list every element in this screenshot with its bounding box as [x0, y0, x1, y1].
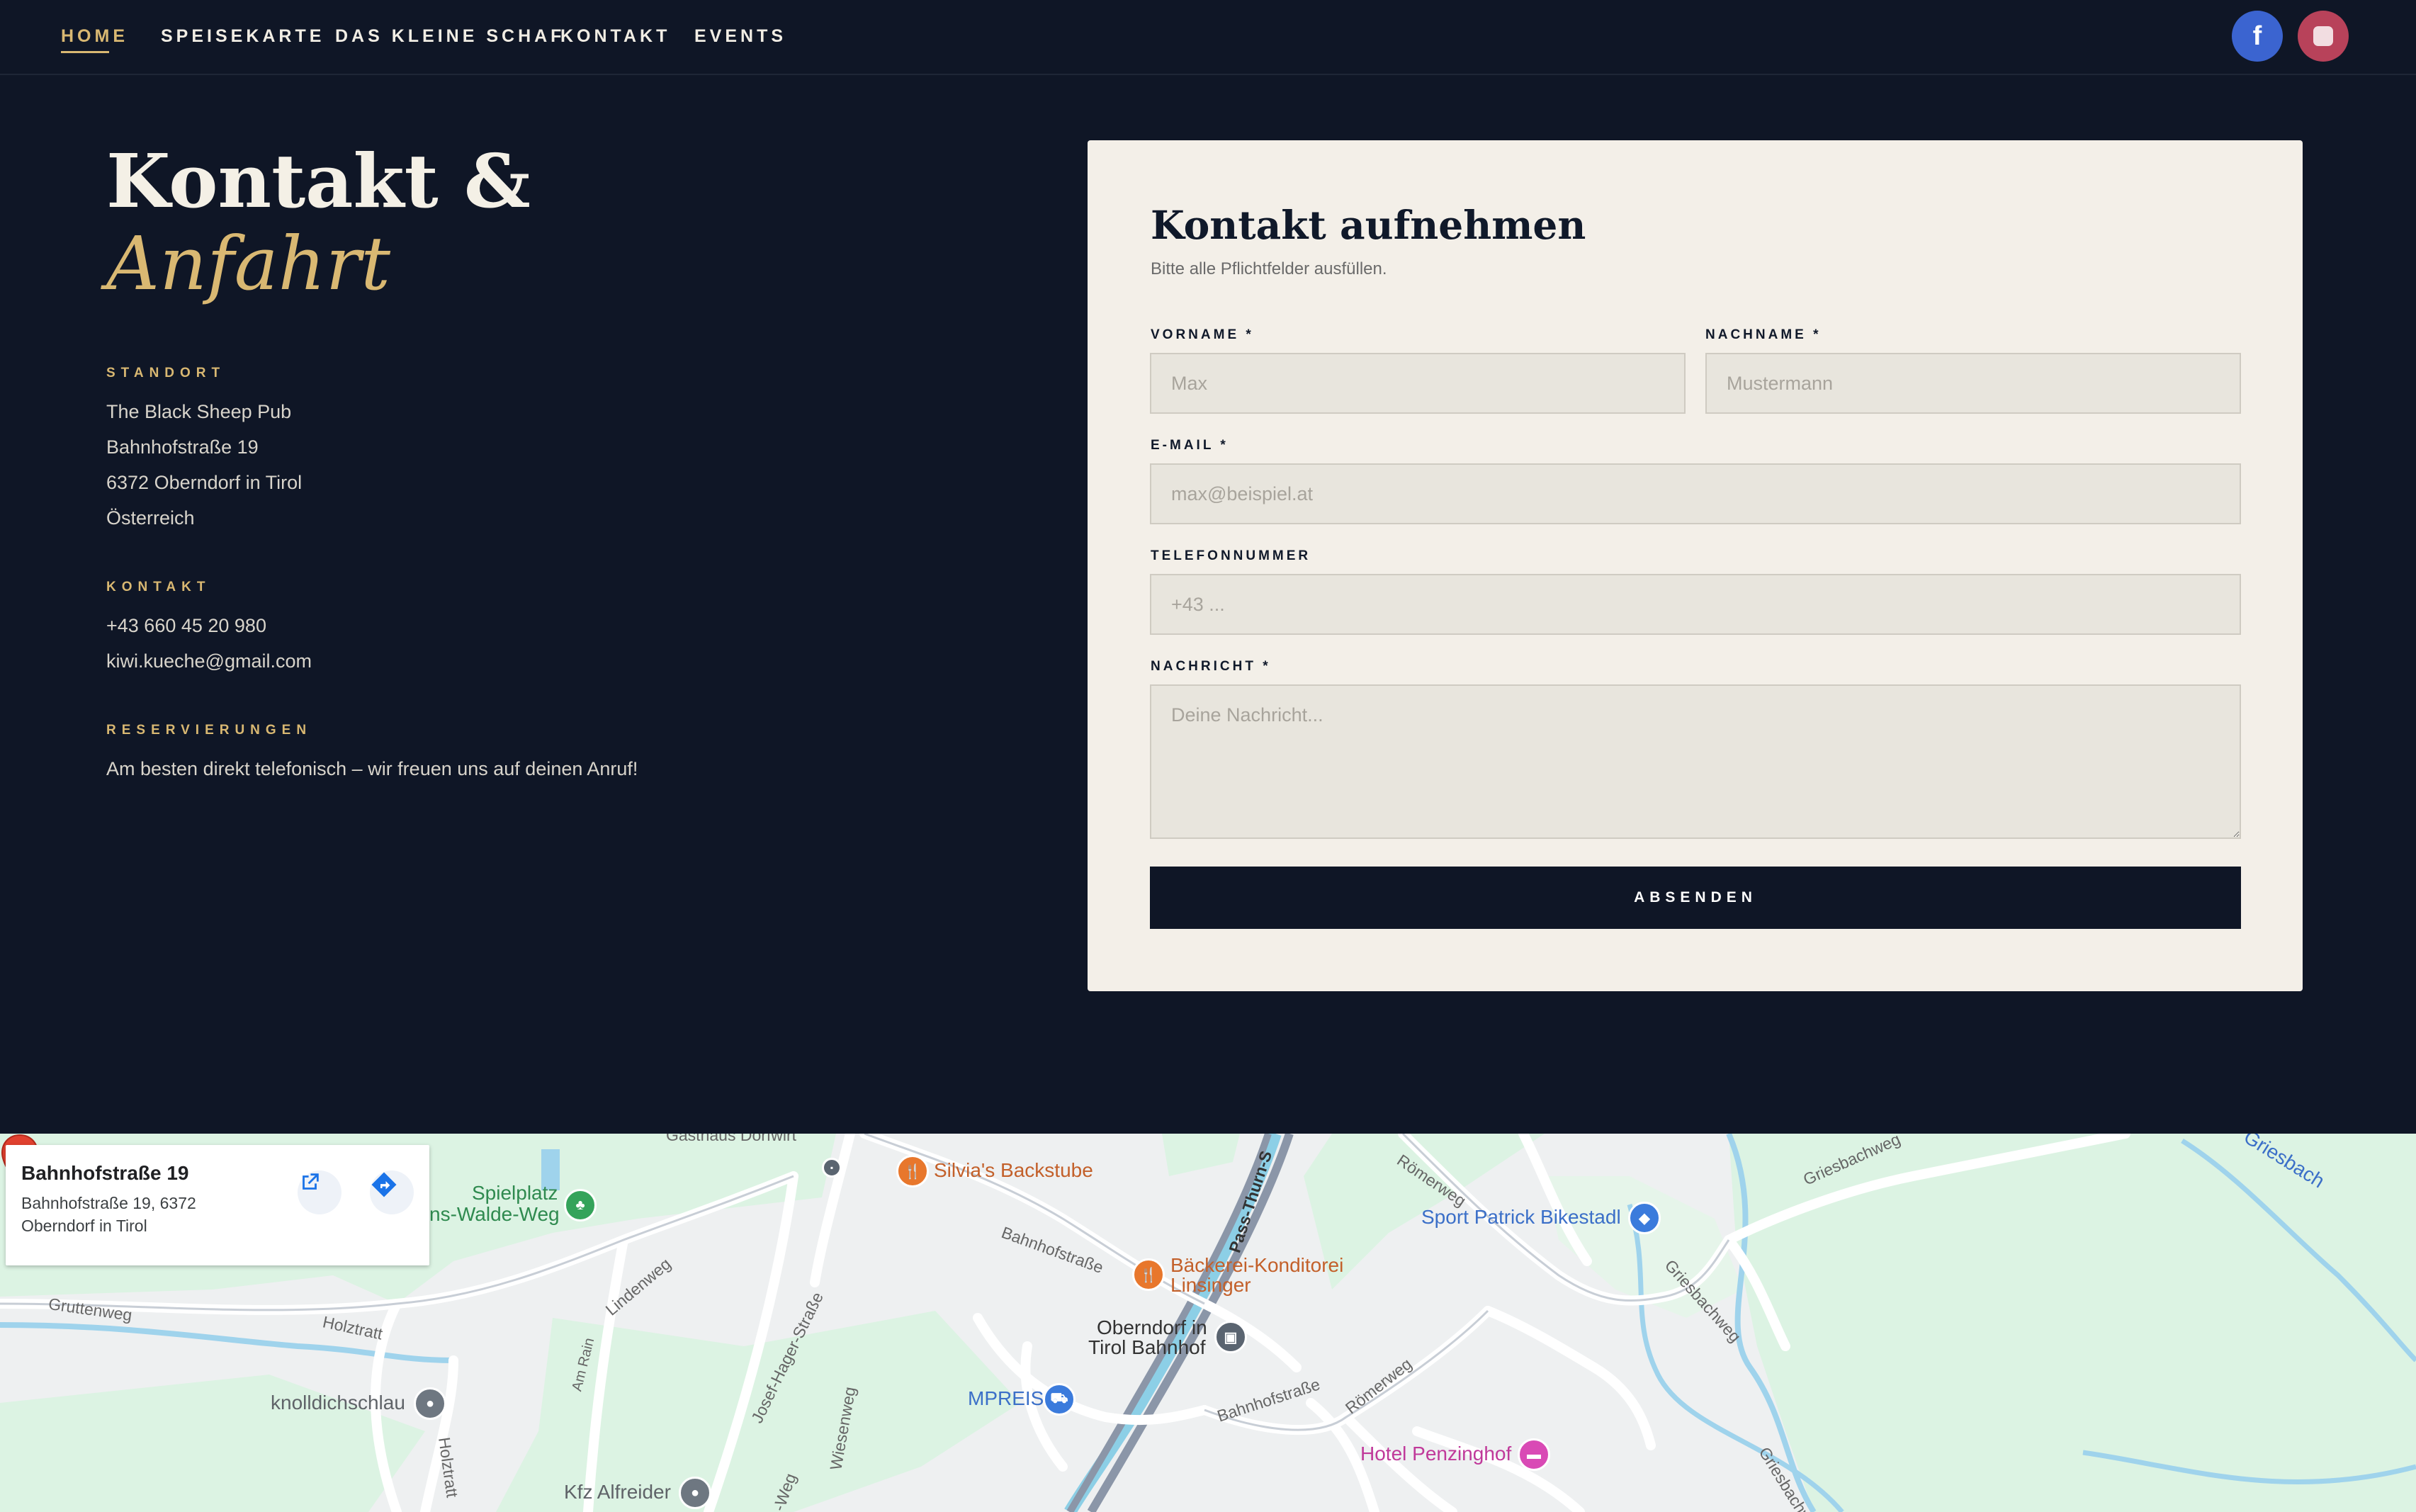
map-label-kfz-alfreider[interactable]: Kfz Alfreider — [564, 1481, 671, 1503]
map-label-bahnhof-2: Tirol Bahnhof — [1088, 1336, 1206, 1358]
map-label-linsinger: Linsinger — [1170, 1274, 1251, 1296]
shop-bag-icon[interactable]: ◆ — [1628, 1202, 1661, 1234]
phone-link[interactable]: +43 660 45 20 980 — [106, 614, 266, 638]
facebook-button[interactable]: f — [2232, 11, 2283, 62]
nav-home[interactable]: HOME — [61, 26, 128, 47]
email-field[interactable] — [1150, 463, 2241, 524]
external-link-icon — [303, 1173, 319, 1190]
map-label-hotel-penzinghof[interactable]: Hotel Penzinghof — [1360, 1443, 1511, 1465]
nav-das-kleine-schaf[interactable]: DAS KLEINE SCHAF — [335, 26, 565, 47]
instagram-icon — [2313, 26, 2333, 46]
playground-icon[interactable]: ♣ — [564, 1189, 597, 1222]
map-label-walde-weg: ns-Walde-Weg — [429, 1203, 560, 1225]
open-in-maps-button[interactable] — [298, 1170, 341, 1214]
email-link[interactable]: kiwi.kueche@gmail.com — [106, 649, 312, 673]
vorname-input[interactable] — [1150, 353, 1686, 414]
telefon-field[interactable] — [1150, 574, 2241, 635]
map-place-card: Bahnhofstraße 19 Bahnhofstraße 19, 6372 … — [6, 1145, 429, 1265]
submit-button[interactable]: ABSENDEN — [1150, 867, 2241, 929]
contact-form-card: Kontakt aufnehmen Bitte alle Pflichtfeld… — [1088, 140, 2303, 991]
google-map[interactable]: Gasthaus Dorfwirt Bahnhofstraße Bahnhofs… — [0, 1134, 2416, 1512]
kontakt-label: KONTAKT — [106, 580, 211, 594]
directions-icon — [371, 1172, 397, 1197]
nachricht-textarea[interactable] — [1150, 684, 2241, 839]
map-label-spielplatz[interactable]: Spielplatz — [472, 1182, 558, 1204]
top-navigation: HOME SPEISEKARTE DAS KLEINE SCHAF KONTAK… — [0, 0, 2416, 75]
reservierungen-text: Am besten direkt telefonisch – wir freue… — [106, 758, 638, 779]
map-label-mpreis[interactable]: MPREIS — [968, 1387, 1044, 1410]
place-card-title: Bahnhofstraße 19 — [21, 1162, 189, 1184]
facebook-icon: f — [2252, 21, 2262, 51]
instagram-button[interactable] — [2298, 11, 2349, 62]
nachname-label: NACHNAME * — [1705, 327, 1822, 342]
page-title-line2: Anfahrt — [106, 220, 391, 307]
form-title: Kontakt aufnehmen — [1151, 202, 1586, 248]
nachname-input[interactable] — [1705, 353, 2241, 414]
map-label-gasthaus: Gasthaus Dorfwirt — [666, 1134, 797, 1144]
address-city: 6372 Oberndorf in Tirol — [106, 472, 303, 493]
place-card-address: Bahnhofstraße 19, 6372 Oberndorf in Tiro… — [21, 1194, 196, 1235]
place-marker-icon[interactable]: ● — [414, 1387, 446, 1420]
map-label-knolldichschlau[interactable]: knolldichschlau — [271, 1392, 405, 1414]
nachricht-label: NACHRICHT * — [1151, 659, 1271, 674]
email-label: E-MAIL * — [1151, 438, 1229, 453]
vorname-label: VORNAME * — [1151, 327, 1254, 342]
train-station-icon[interactable]: ▣ — [1214, 1321, 1247, 1353]
page-title-line1: Kontakt & — [106, 137, 531, 225]
bakery-icon[interactable]: 🍴 — [1132, 1258, 1165, 1291]
car-service-icon[interactable]: ● — [679, 1477, 711, 1509]
address-name: The Black Sheep Pub — [106, 401, 292, 422]
map-label-sport-patrick[interactable]: Sport Patrick Bikestadl — [1421, 1206, 1621, 1229]
telefon-label: TELEFONNUMMER — [1151, 548, 1311, 563]
nav-speisekarte[interactable]: SPEISEKARTE — [161, 26, 324, 47]
address-country: Österreich — [106, 507, 195, 529]
restaurant-icon[interactable]: 🍴 — [896, 1155, 929, 1187]
map-label-silvias[interactable]: Silvia's Backstube — [934, 1159, 1093, 1182]
nav-active-underline — [61, 51, 109, 53]
nav-events[interactable]: EVENTS — [694, 26, 786, 47]
address-street: Bahnhofstraße 19 — [106, 436, 259, 458]
form-subtitle: Bitte alle Pflichtfelder ausfüllen. — [1151, 259, 1387, 278]
directions-button[interactable] — [370, 1170, 414, 1214]
standort-label: STANDORT — [106, 366, 226, 380]
shopping-cart-icon[interactable]: ⛟ — [1043, 1383, 1076, 1416]
hotel-icon[interactable]: ▬ — [1518, 1438, 1550, 1471]
nav-kontakt[interactable]: KONTAKT — [560, 26, 670, 47]
reservierungen-label: RESERVIERUNGEN — [106, 723, 312, 738]
bus-stop-icon[interactable]: ▪ — [822, 1158, 842, 1178]
